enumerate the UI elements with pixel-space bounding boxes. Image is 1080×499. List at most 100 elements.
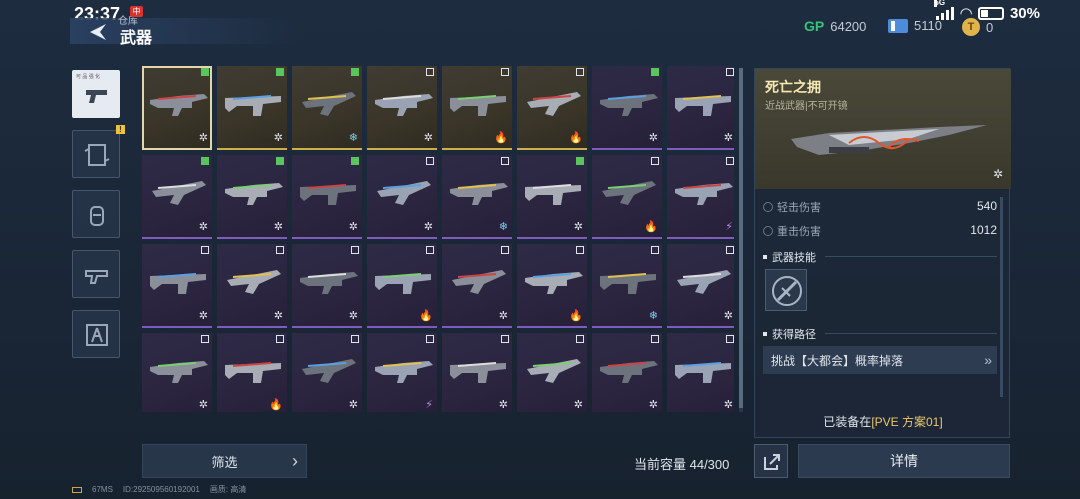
- category-grenade[interactable]: [72, 190, 120, 238]
- slot-checkbox[interactable]: [276, 246, 284, 254]
- slot-checkbox[interactable]: [351, 246, 359, 254]
- grid-scrollbar-thumb[interactable]: [739, 68, 743, 408]
- weapon-slot[interactable]: ✲: [667, 333, 734, 412]
- category-pistol[interactable]: 可 品 强 化: [72, 70, 120, 118]
- slot-checkbox[interactable]: [501, 246, 509, 254]
- details-label: 详情: [890, 453, 918, 469]
- share-button[interactable]: [754, 444, 788, 478]
- weapon-slot[interactable]: ❄: [592, 244, 662, 328]
- weapon-slot[interactable]: ✲: [367, 155, 437, 239]
- slot-checkbox[interactable]: [351, 68, 359, 76]
- slot-checkbox[interactable]: [726, 157, 734, 165]
- slot-checkbox[interactable]: [201, 157, 209, 165]
- weapon-slot[interactable]: ✲: [442, 333, 512, 412]
- weapon-slot[interactable]: ✲: [667, 244, 734, 328]
- slot-checkbox[interactable]: [651, 246, 659, 254]
- currency-coin[interactable]: T 0: [962, 18, 993, 36]
- weapon-slot[interactable]: 🔥: [367, 244, 437, 328]
- slot-checkbox[interactable]: [201, 246, 209, 254]
- slot-checkbox[interactable]: [351, 157, 359, 165]
- slot-checkbox[interactable]: [726, 335, 734, 343]
- weapon-slot[interactable]: 🔥: [517, 66, 587, 150]
- weapon-slot[interactable]: ✲: [592, 66, 662, 150]
- weapon-slot[interactable]: ✲: [217, 66, 287, 150]
- element-icon: ✲: [498, 399, 508, 411]
- weapon-slot[interactable]: ✲: [142, 333, 212, 412]
- weapon-slot[interactable]: ❄: [442, 155, 512, 239]
- weapon-slot[interactable]: ⚡: [667, 155, 734, 239]
- slot-checkbox[interactable]: [201, 68, 209, 76]
- weapon-slot[interactable]: ✲: [217, 244, 287, 328]
- details-button[interactable]: 详情: [798, 444, 1010, 478]
- category-gun-part[interactable]: [72, 250, 120, 298]
- weapon-skill-button[interactable]: [765, 269, 807, 311]
- weapon-slot[interactable]: ✲: [667, 66, 734, 150]
- weapon-slot[interactable]: 🔥: [592, 155, 662, 239]
- slot-checkbox[interactable]: [426, 157, 434, 165]
- slot-checkbox[interactable]: [576, 335, 584, 343]
- weapon-slot[interactable]: ✲: [517, 333, 587, 412]
- currency-ticket[interactable]: 5110: [888, 18, 942, 33]
- slot-checkbox[interactable]: [351, 335, 359, 343]
- weapon-slot[interactable]: ✲: [517, 155, 587, 239]
- weapon-slot[interactable]: ✲: [592, 333, 662, 412]
- stat-label: 轻击伤害: [777, 202, 821, 214]
- slot-checkbox[interactable]: [726, 246, 734, 254]
- weapon-slot[interactable]: ❄: [292, 66, 362, 150]
- weapon-slot[interactable]: ✲: [442, 244, 512, 328]
- weapon-slot[interactable]: 🔥: [442, 66, 512, 150]
- acquire-route-button[interactable]: 挑战【大都会】概率掉落 »: [763, 346, 997, 374]
- coin-icon: T: [962, 18, 980, 36]
- weapon-thumbnail: [600, 273, 656, 294]
- weapon-slot[interactable]: ✲: [142, 155, 212, 239]
- slot-checkbox[interactable]: [576, 157, 584, 165]
- slot-checkbox[interactable]: [501, 68, 509, 76]
- slot-checkbox[interactable]: [426, 246, 434, 254]
- slot-checkbox[interactable]: [651, 68, 659, 76]
- weapon-slot[interactable]: 🔥: [217, 333, 287, 412]
- weapon-slot[interactable]: ✲: [142, 66, 212, 150]
- weapon-slot[interactable]: ✲: [292, 333, 362, 412]
- back-arrow-icon[interactable]: [86, 20, 110, 44]
- element-icon: ✲: [992, 167, 1003, 181]
- network-label: 5G: [934, 0, 946, 7]
- filter-button[interactable]: 筛选 ›: [142, 444, 307, 478]
- element-icon: ✲: [723, 132, 733, 144]
- slot-checkbox[interactable]: [501, 335, 509, 343]
- weapon-slot[interactable]: ✲: [217, 155, 287, 239]
- weapon-slot[interactable]: 🔥: [517, 244, 587, 328]
- element-icon: ✲: [273, 310, 283, 322]
- character-icon: [86, 324, 108, 346]
- slot-checkbox[interactable]: [651, 335, 659, 343]
- category-card[interactable]: !: [72, 125, 125, 178]
- gun-part-icon: [85, 270, 108, 284]
- slot-checkbox[interactable]: [276, 157, 284, 165]
- element-icon: ✲: [423, 221, 433, 233]
- weapon-slot[interactable]: ⚡: [367, 333, 437, 412]
- skill-slash-icon: [772, 276, 802, 306]
- weapon-thumbnail: [227, 270, 281, 294]
- slot-checkbox[interactable]: [501, 157, 509, 165]
- weapon-slot[interactable]: ✲: [367, 66, 437, 150]
- stat-heavy-attack: 重击伤害 1012: [763, 223, 997, 239]
- weapon-slot[interactable]: ✲: [292, 244, 362, 328]
- slot-checkbox[interactable]: [426, 335, 434, 343]
- slot-checkbox[interactable]: [201, 335, 209, 343]
- weapon-thumbnail: [300, 184, 356, 205]
- battery-small-icon: [72, 486, 82, 493]
- slot-checkbox[interactable]: [426, 68, 434, 76]
- share-icon: [764, 454, 780, 470]
- slot-checkbox[interactable]: [726, 68, 734, 76]
- category-tag: 可 品 强 化: [76, 74, 101, 80]
- slot-checkbox[interactable]: [651, 157, 659, 165]
- weapon-slot[interactable]: ✲: [142, 244, 212, 328]
- slot-checkbox[interactable]: [576, 68, 584, 76]
- slot-checkbox[interactable]: [276, 68, 284, 76]
- weapon-thumbnail: [677, 270, 731, 294]
- category-character[interactable]: [72, 310, 120, 358]
- detail-scrollbar[interactable]: [1000, 197, 1003, 397]
- weapon-slot[interactable]: ✲: [292, 155, 362, 239]
- slot-checkbox[interactable]: [276, 335, 284, 343]
- currency-gp[interactable]: GP 64200: [804, 18, 866, 34]
- slot-checkbox[interactable]: [576, 246, 584, 254]
